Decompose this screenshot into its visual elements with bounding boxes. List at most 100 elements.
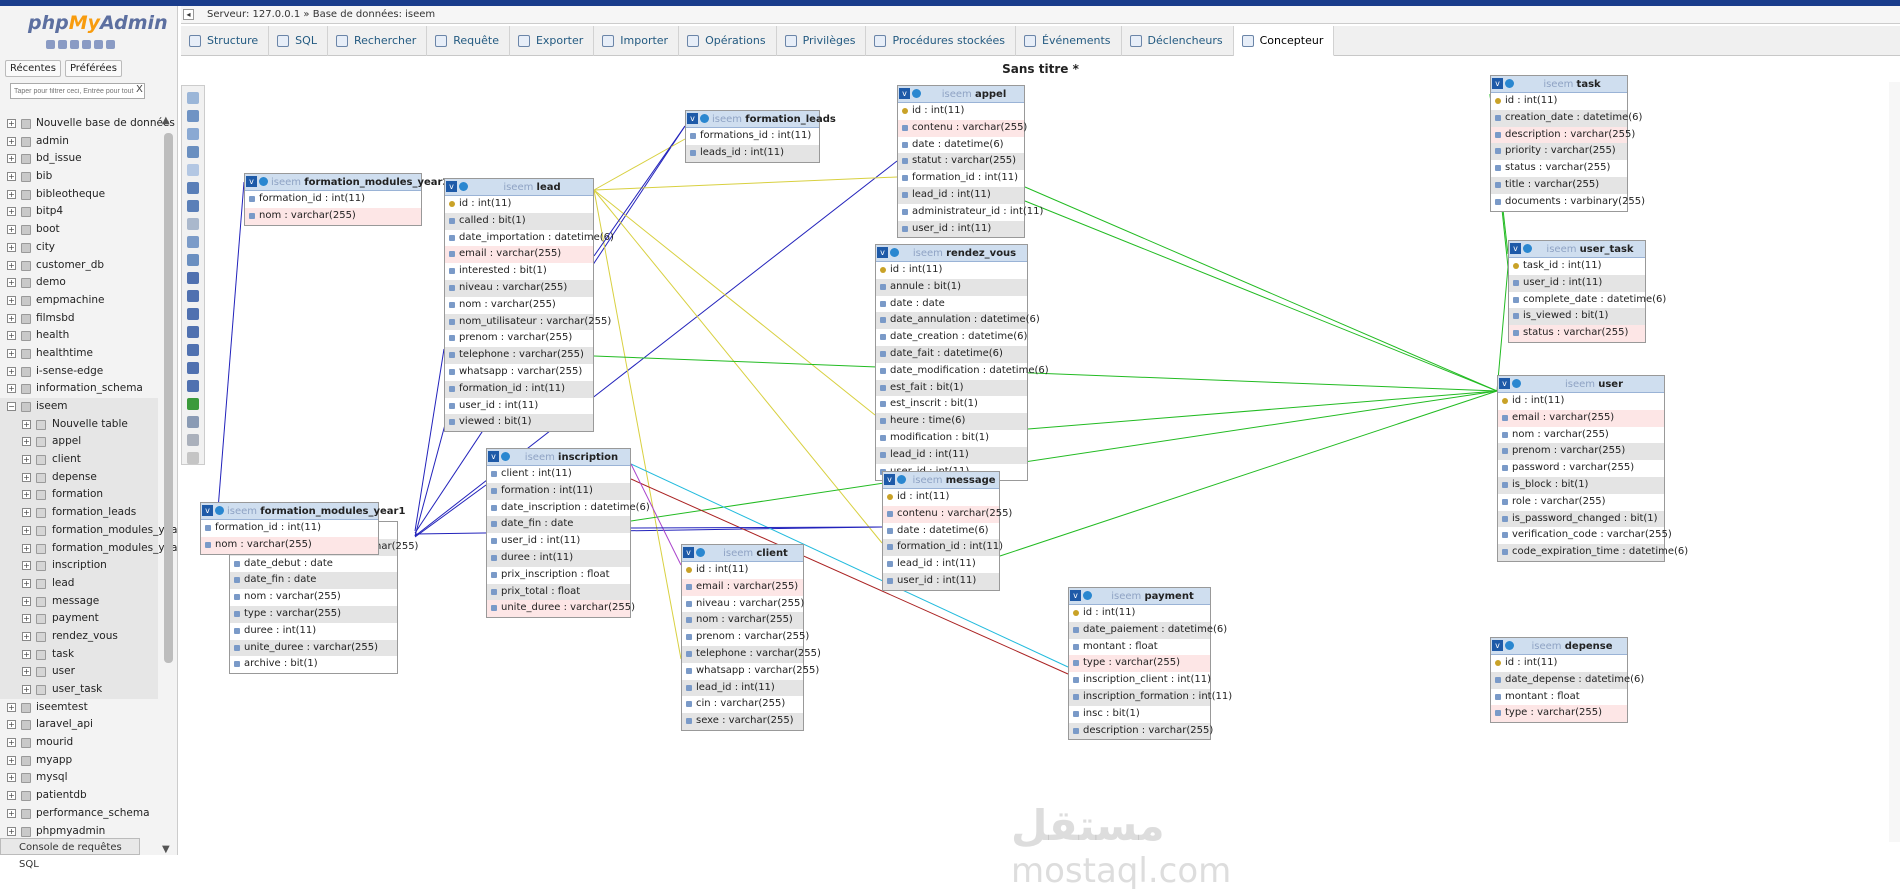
table-options-icon[interactable] [215, 506, 224, 515]
expand-icon[interactable]: + [7, 702, 16, 712]
relation-line[interactable] [216, 181, 245, 523]
table-depense[interactable]: v iseem depense id : int(11) date_depense :… [1490, 637, 1644, 724]
filter-clear-button[interactable]: X [136, 84, 143, 95]
table-column[interactable]: description : varchar(255) [1069, 722, 1213, 740]
table-column[interactable]: is_password_changed : bit(1) [1498, 510, 1664, 528]
expand-icon[interactable]: + [22, 543, 31, 553]
tree-table-item[interactable]: + formation [0, 486, 158, 505]
table-column[interactable]: formation_id : int(11) [883, 539, 1003, 557]
toolbar-button-icon[interactable] [187, 326, 199, 338]
scroll-thumb[interactable] [164, 133, 173, 663]
table-column[interactable]: duree : int(11) [230, 622, 397, 640]
tree-database-item[interactable]: + health [0, 327, 158, 345]
tree-scrollbar[interactable]: ▲ ▼ [162, 115, 174, 855]
table-column[interactable]: email : varchar(255) [682, 578, 803, 596]
tab-7[interactable]: Privilèges [777, 26, 867, 56]
table-column[interactable]: client : int(11) [487, 466, 630, 483]
toggle-columns-icon[interactable]: v [446, 181, 457, 192]
help-icon[interactable] [70, 40, 79, 49]
table-column[interactable]: niveau : varchar(255) [445, 279, 593, 297]
table-column[interactable]: date_creation : datetime(6) [876, 329, 1027, 346]
table-column[interactable]: email : varchar(255) [445, 246, 593, 264]
expand-icon[interactable]: + [7, 808, 16, 818]
table-column[interactable]: user_id : int(11) [898, 220, 1024, 238]
toggle-columns-icon[interactable]: v [1499, 378, 1510, 389]
relation-line[interactable] [1024, 200, 1498, 392]
table-column[interactable]: id : int(11) [445, 196, 593, 213]
expand-icon[interactable]: + [22, 525, 31, 535]
tree-table-item[interactable]: + appel [0, 433, 158, 452]
table-column[interactable]: verification_code : varchar(255) [1498, 527, 1672, 545]
table-rendez-vous[interactable]: v iseem rendez_vous id : int(11) annule : b… [875, 244, 1049, 482]
table-column[interactable]: email : varchar(255) [1498, 409, 1664, 427]
table-column[interactable]: prenom : varchar(255) [682, 629, 809, 646]
table-message[interactable]: v iseem message id : int(11) contenu : varc… [882, 471, 1012, 591]
table-column[interactable]: formation_id : int(11) [245, 191, 421, 208]
table-column[interactable]: contenu : varchar(255) [898, 119, 1027, 137]
table-column[interactable]: interested : bit(1) [445, 263, 593, 280]
table-column[interactable]: contenu : varchar(255) [883, 505, 1012, 523]
expand-icon[interactable]: + [7, 260, 16, 270]
toggle-columns-icon[interactable]: v [488, 451, 499, 462]
toggle-columns-icon[interactable]: v [1070, 590, 1081, 601]
table-inscription[interactable]: v iseem inscription client : int(11) format… [486, 448, 650, 619]
table-column[interactable]: id : int(11) [1491, 655, 1627, 672]
designer-canvas[interactable]: id : int(11)formation_condition : varcha… [181, 75, 1900, 891]
table-column[interactable]: status : varchar(255) [1491, 160, 1627, 177]
tree-database-item[interactable]: + bitp4 [0, 203, 158, 221]
expand-icon[interactable]: + [7, 295, 16, 305]
table-column[interactable]: unite_duree : varchar(255) [487, 600, 635, 618]
tab-9[interactable]: Événements [1016, 26, 1122, 56]
table-column[interactable]: sexe : varchar(255) [682, 713, 803, 730]
table-column[interactable]: type : varchar(255) [1069, 655, 1210, 673]
tab-0[interactable]: Structure [181, 26, 270, 56]
tree-database-item[interactable]: + information_schema [0, 380, 158, 398]
table-column[interactable]: date_importation : datetime(6) [445, 229, 614, 247]
table-column[interactable]: complete_date : datetime(6) [1509, 291, 1666, 309]
table-column[interactable]: date : date [876, 295, 1027, 313]
toggle-columns-icon[interactable]: v [246, 176, 257, 187]
tree-table-item[interactable]: + depense [0, 468, 158, 487]
table-column[interactable]: telephone : varchar(255) [682, 645, 821, 663]
table-options-icon[interactable] [1512, 379, 1521, 388]
table-column[interactable]: formations_id : int(11) [686, 128, 819, 145]
expand-icon[interactable]: + [22, 508, 31, 518]
table-options-icon[interactable] [259, 177, 268, 186]
table-column[interactable]: is_viewed : bit(1) [1509, 308, 1645, 326]
tree-database-item[interactable]: + boot [0, 221, 158, 239]
table-column[interactable]: whatsapp : varchar(255) [445, 363, 593, 381]
table-column[interactable]: id : int(11) [1491, 93, 1627, 110]
expand-icon[interactable]: + [7, 225, 16, 235]
tree-table-item[interactable]: + Nouvelle table [0, 415, 158, 434]
table-task[interactable]: v iseem task id : int(11) creation_date : d… [1490, 75, 1645, 212]
tree-table-item[interactable]: + client [0, 451, 158, 469]
tree-database-item[interactable]: + demo [0, 274, 158, 292]
table-column[interactable]: date_annulation : datetime(6) [876, 312, 1040, 330]
table-column[interactable]: administrateur_id : int(11) [898, 203, 1043, 221]
table-column[interactable]: formation_id : int(11) [201, 520, 378, 537]
table-header[interactable]: v iseem rendez_vous [876, 245, 1027, 262]
table-column[interactable]: est_inscrit : bit(1) [876, 396, 1027, 414]
table-column[interactable]: user_id : int(11) [883, 572, 999, 590]
table-column[interactable]: type : varchar(255) [230, 605, 397, 623]
table-column[interactable]: prenom : varchar(255) [445, 330, 593, 348]
table-column[interactable]: called : bit(1) [445, 212, 593, 230]
table-header[interactable]: v iseem inscription [487, 449, 630, 466]
tree-database-item[interactable]: + iseemtest [0, 699, 158, 717]
table-client[interactable]: v iseem client id : int(11) email : varchar… [681, 544, 821, 731]
tab-11[interactable]: Concepteur [1233, 26, 1335, 56]
tree-table-item[interactable]: + payment [0, 610, 158, 628]
expand-icon[interactable]: + [22, 614, 31, 624]
sql-console-toggle[interactable]: Console de requêtes SQL [0, 838, 140, 870]
table-header[interactable]: v iseem formation_modules_year2 [245, 174, 449, 191]
tree-database-item[interactable]: + admin [0, 133, 158, 151]
tree-database-item[interactable]: + mysql [0, 769, 158, 787]
expand-icon[interactable]: + [7, 119, 16, 128]
table-column[interactable]: id : int(11) [1498, 393, 1664, 410]
table-column[interactable]: user_id : int(11) [1509, 274, 1645, 292]
tree-database-item[interactable]: + myapp [0, 752, 158, 770]
table-formation-modules-year2[interactable]: v iseem formation_modules_year2 formation_… [244, 173, 449, 226]
expand-icon[interactable]: + [7, 720, 16, 730]
toolbar-button-icon[interactable] [187, 416, 199, 428]
table-appel[interactable]: v iseem appel id : int(11) contenu : varcha… [897, 85, 1043, 239]
